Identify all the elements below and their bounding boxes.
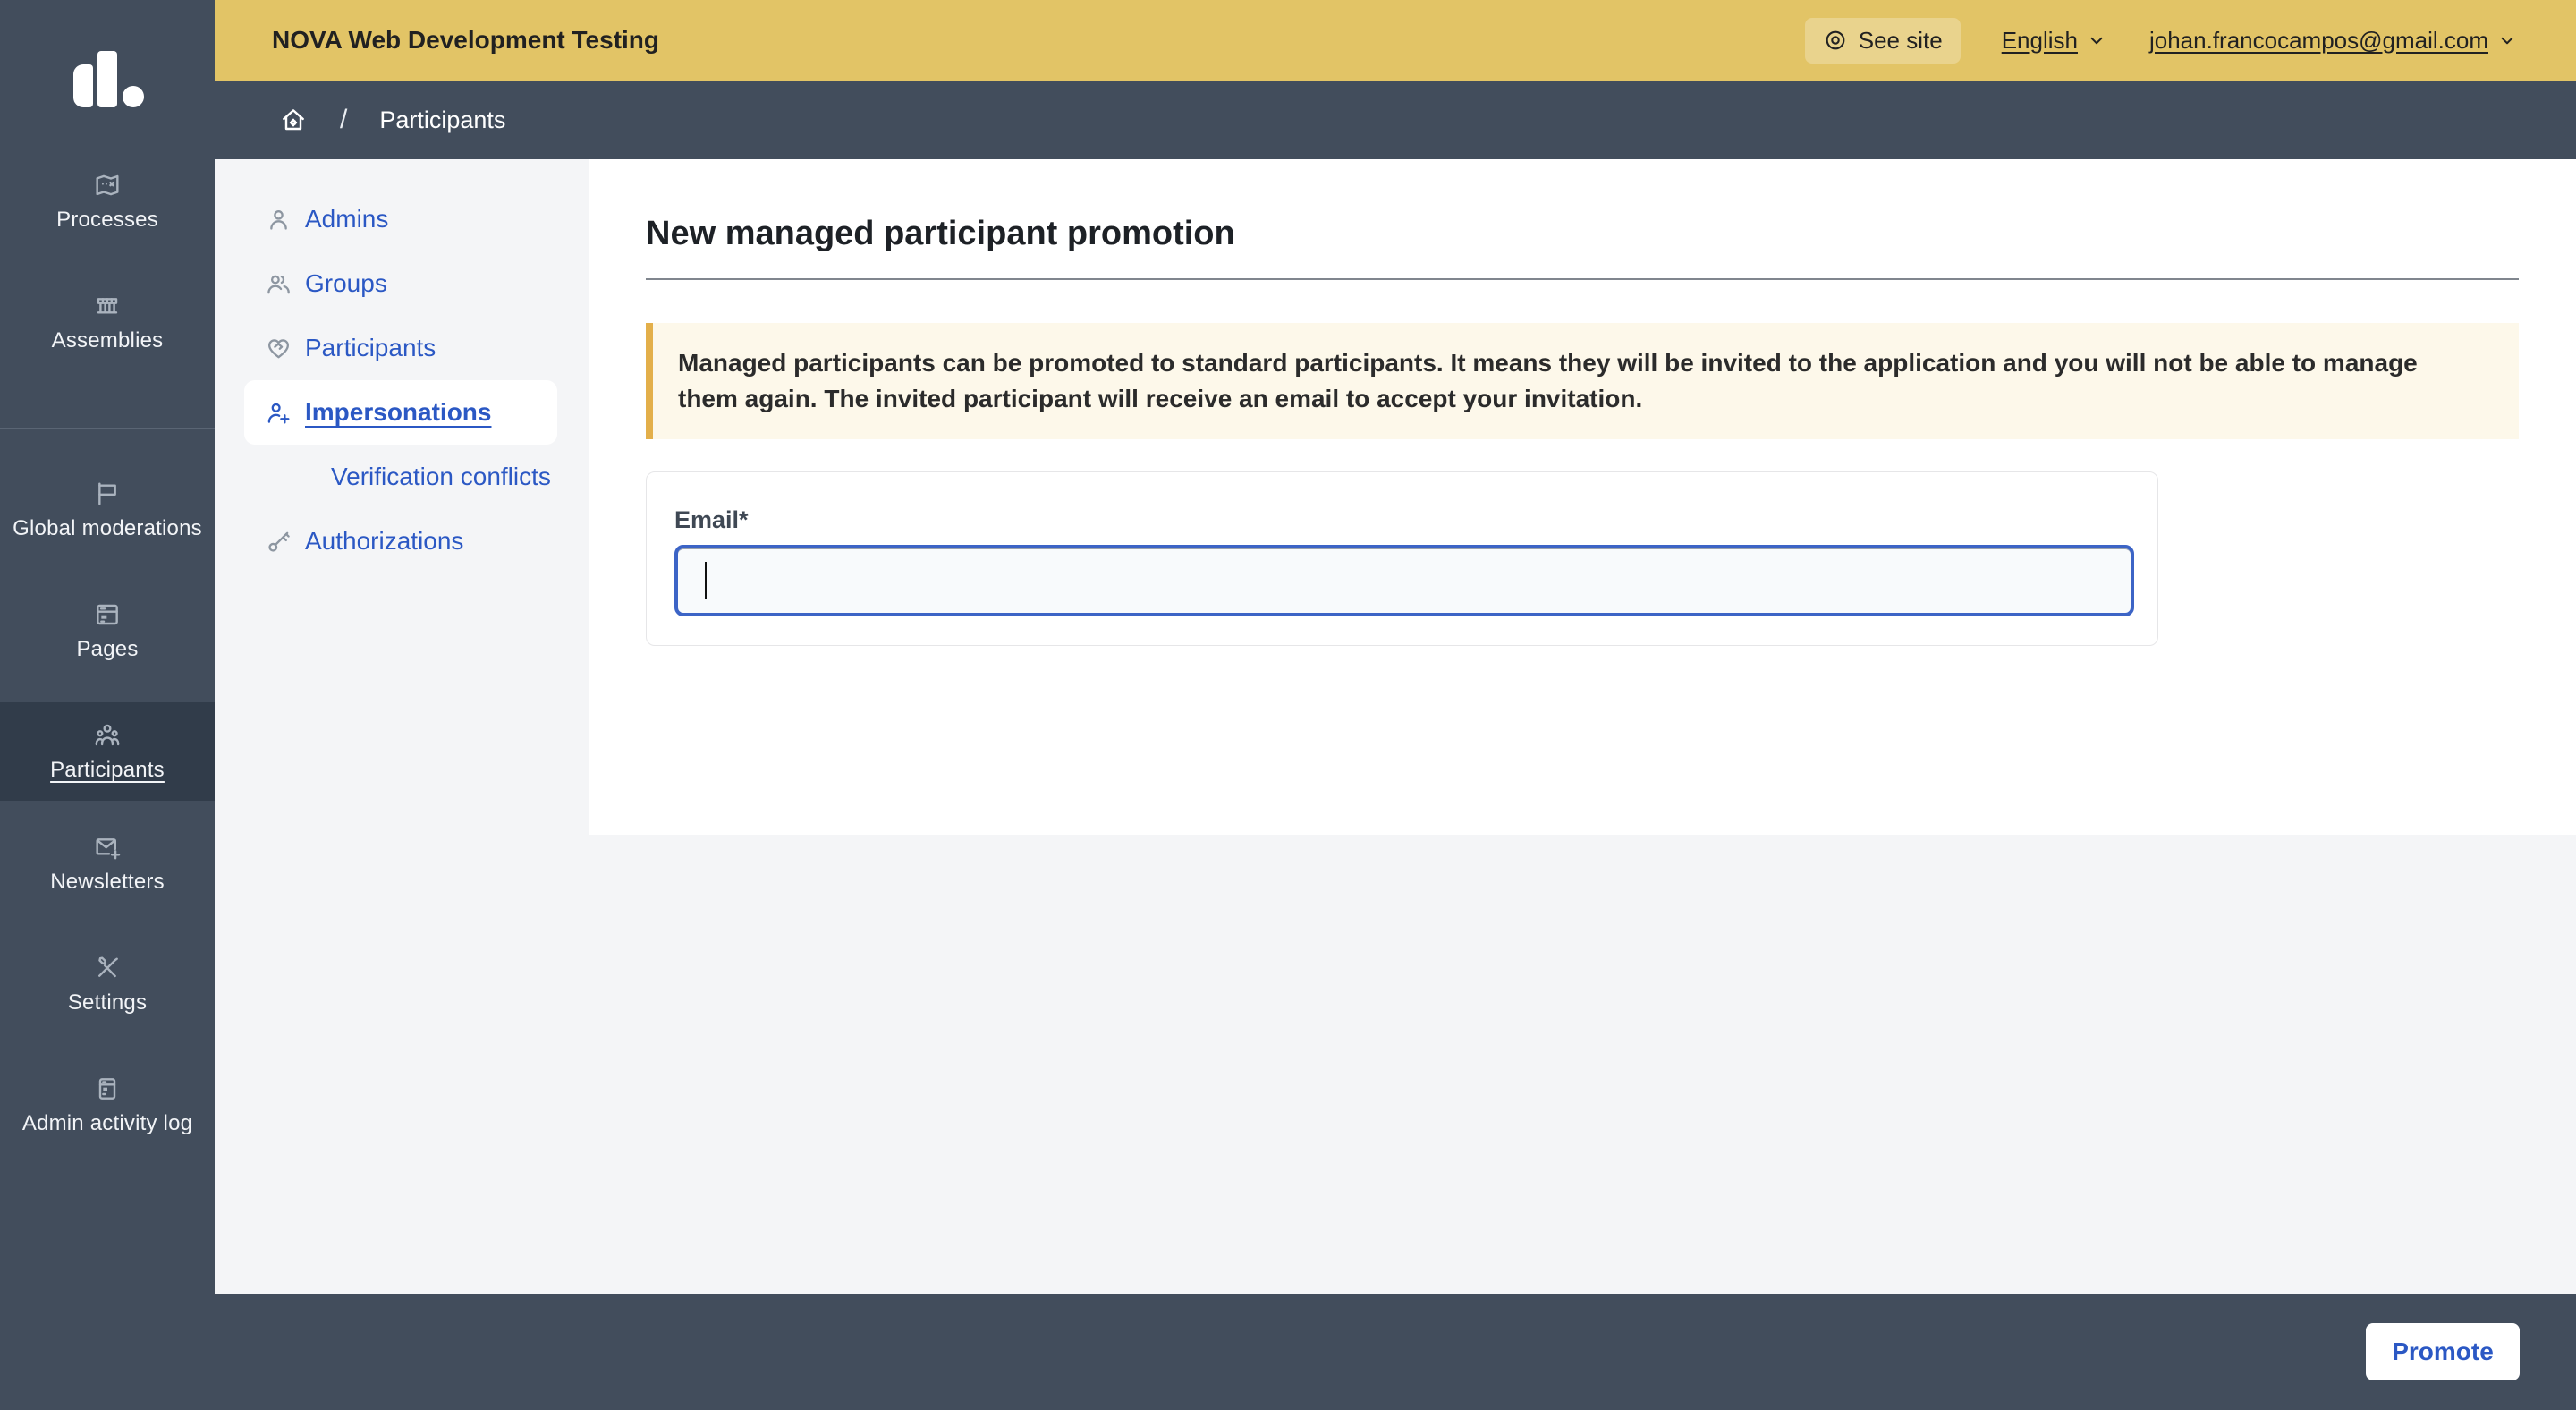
promotion-form-card: Email* (646, 471, 2158, 646)
breadcrumb-separator: / (340, 105, 348, 134)
sidebar-item-admin-activity-log[interactable]: Admin activity log (0, 1056, 215, 1154)
organization-name: NOVA Web Development Testing (272, 26, 660, 54)
map-icon (96, 174, 119, 195)
logo-bar-tall (97, 51, 117, 107)
page-title: New managed participant promotion (646, 215, 1235, 252)
sidebar-item-newsletters[interactable]: Newsletters (0, 814, 215, 913)
group-icon (267, 275, 290, 293)
subnav-item-verification-conflicts[interactable]: Verification conflicts (215, 445, 589, 509)
user-menu-dropdown[interactable]: johan.francocampos@gmail.com (2149, 27, 2519, 55)
sidebar-item-pages[interactable]: Pages (0, 582, 215, 680)
sidebar-item-global-moderations[interactable]: Global moderations (0, 461, 215, 559)
email-field-wrap (674, 545, 2134, 616)
subnav-item-label: Verification conflicts (331, 463, 551, 490)
see-site-icon (1826, 30, 1845, 50)
sidebar-item-assemblies[interactable]: Assemblies (0, 273, 215, 371)
see-site-label: See site (1858, 26, 1943, 54)
activity-log-icon (98, 1077, 116, 1100)
logo-bar-short (73, 64, 93, 107)
home-icon[interactable] (279, 106, 308, 134)
main-panel: New managed participant promotion Manage… (589, 159, 2576, 835)
primary-sidebar: Processes Assemblies Global moderations (0, 0, 215, 1294)
user-email: johan.francocampos@gmail.com (2148, 26, 2488, 54)
subnav-item-label: Impersonations (305, 398, 492, 426)
subnav-item-participants[interactable]: Participants (215, 316, 589, 380)
building-icon (97, 297, 118, 314)
chevron-down-icon (2090, 37, 2103, 45)
topbar: NOVA Web Development Testing See site En… (215, 0, 2576, 81)
page-icon (97, 604, 118, 624)
sidebar-item-label: Pages (76, 636, 139, 661)
title-divider (646, 278, 2519, 280)
sidebar-item-participants[interactable]: Participants (0, 702, 215, 801)
heart-icon (268, 338, 289, 358)
subnav-item-admins[interactable]: Admins (215, 187, 589, 251)
language-dropdown[interactable]: English (2002, 27, 2108, 55)
team-icon (95, 724, 120, 745)
decidim-logo[interactable] (0, 45, 215, 116)
content-area: Admins Groups Participants Impersonation… (215, 159, 2576, 1294)
chevron-down-icon (2501, 37, 2513, 45)
see-site-button[interactable]: See site (1804, 17, 1961, 64)
person-icon (270, 209, 287, 230)
subnav-item-label: Participants (305, 334, 436, 361)
subnav-item-label: Admins (305, 205, 389, 233)
form-actions-footer: Promote (0, 1294, 2576, 1410)
admin-app: Processes Assemblies Global moderations (0, 0, 2576, 1410)
subnav-item-impersonations[interactable]: Impersonations (244, 380, 557, 445)
sidebar-item-label: Global moderations (13, 515, 202, 540)
subnav-item-authorizations[interactable]: Authorizations (215, 509, 589, 573)
sidebar-divider (0, 428, 215, 429)
sidebar-item-processes[interactable]: Processes (0, 152, 215, 251)
subnav-item-groups[interactable]: Groups (215, 251, 589, 316)
language-label: English (2001, 26, 2078, 54)
callout-text: Managed participants can be promoted to … (678, 349, 2418, 412)
person-add-icon (267, 403, 290, 424)
topbar-right: See site English johan.francocampos@gmai… (1804, 17, 2519, 64)
key-icon (268, 531, 290, 552)
sidebar-item-label: Assemblies (51, 327, 164, 352)
breadcrumb: / Participants (215, 81, 2576, 159)
logo-dot (123, 86, 144, 107)
sidebar-item-label: Processes (56, 207, 158, 232)
primary-menu: Processes Assemblies Global moderations (0, 152, 215, 1176)
secondary-sidebar: Admins Groups Participants Impersonation… (215, 159, 589, 835)
subnav-item-label: Authorizations (305, 527, 464, 555)
email-label: Email* (674, 506, 749, 533)
email-field[interactable] (674, 545, 2134, 616)
text-cursor (705, 562, 707, 599)
flag-icon (98, 481, 116, 505)
info-callout: Managed participants can be promoted to … (646, 323, 2519, 439)
promote-button[interactable]: Promote (2366, 1323, 2520, 1380)
sidebar-item-settings[interactable]: Settings (0, 935, 215, 1033)
mail-add-icon (96, 837, 121, 859)
sidebar-item-label: Admin activity log (21, 1110, 193, 1135)
sidebar-item-label: Settings (67, 990, 148, 1015)
sidebar-item-label: Newsletters (50, 869, 165, 894)
breadcrumb-current[interactable]: Participants (379, 106, 505, 134)
subnav-item-label: Groups (305, 269, 387, 297)
sidebar-item-label: Participants (50, 757, 165, 782)
tools-icon (98, 956, 118, 977)
